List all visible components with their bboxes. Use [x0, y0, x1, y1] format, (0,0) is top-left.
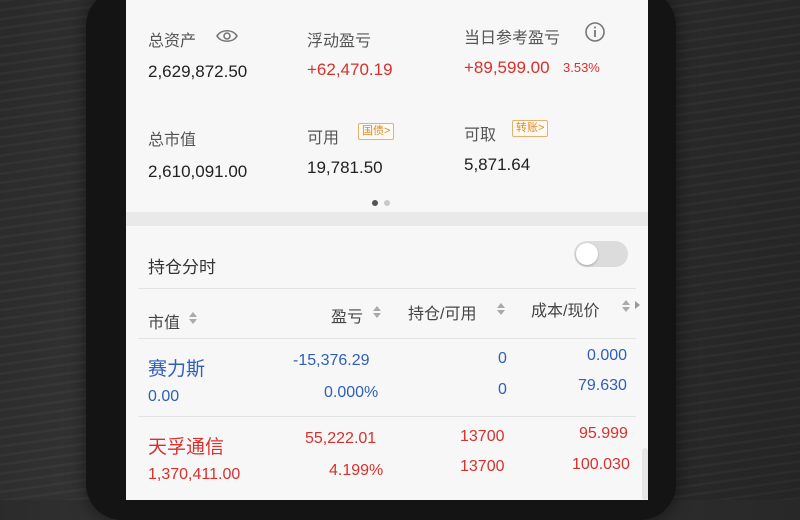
holdings-intraday-title: 持仓分时 — [148, 258, 216, 277]
info-icon[interactable] — [584, 21, 606, 43]
stock-available: 13700 — [460, 458, 505, 475]
transfer-tag-button[interactable]: 转账> — [512, 120, 549, 137]
stock-position: 0 — [498, 350, 507, 367]
stock-price: 79.630 — [578, 377, 627, 394]
available-label: 可用 — [307, 130, 340, 147]
withdrawable-label: 可取 — [464, 127, 497, 144]
page-dot — [384, 200, 390, 206]
stock-name: 天孚通信 — [148, 437, 225, 458]
stock-market-value: 0.00 — [148, 388, 180, 405]
page-dot-active — [372, 200, 378, 206]
col-header-cost-price[interactable]: 成本/现价 — [531, 297, 599, 321]
market-value-value: 2,610,091.00 — [148, 162, 248, 181]
floating-pl-label: 浮动盈亏 — [307, 33, 372, 50]
stock-pl-percent: 4.199% — [329, 462, 384, 479]
col-header-position[interactable]: 持仓/可用 — [408, 300, 476, 324]
stock-pl-percent: 0.000% — [324, 384, 379, 401]
sort-icon[interactable] — [622, 299, 630, 313]
sort-icon[interactable] — [497, 302, 505, 316]
stock-available: 0 — [498, 381, 507, 398]
table-row[interactable]: 赛力斯 0.00 -15,376.29 0.000% 0 0 0.000 79.… — [126, 339, 648, 415]
table-row[interactable]: 天孚通信 1,370,411.00 55,222.01 4.199% 13700… — [126, 417, 648, 500]
toggle-knob — [576, 243, 598, 265]
daily-pl-label: 当日参考盈亏 — [464, 30, 561, 47]
holdings-intraday-toggle[interactable] — [574, 241, 628, 267]
stock-pl: 55,222.01 — [305, 430, 377, 447]
treasury-tag-button[interactable]: 国债> — [358, 123, 395, 140]
floating-pl-value: +62,470.19 — [307, 60, 393, 79]
sort-icon[interactable] — [373, 305, 381, 319]
market-value-label: 总市值 — [148, 132, 197, 149]
scroll-right-icon[interactable] — [635, 301, 640, 309]
eye-icon[interactable] — [216, 26, 238, 46]
divider — [138, 288, 636, 289]
stock-pl: -15,376.29 — [293, 352, 370, 369]
section-divider — [126, 212, 648, 226]
daily-pl-value: +89,599.00 — [464, 58, 550, 77]
stock-market-value: 1,370,411.00 — [148, 466, 241, 483]
withdrawable-value: 5,871.64 — [464, 155, 531, 174]
daily-pl-percent: 3.53% — [563, 60, 600, 75]
stock-cost: 95.999 — [579, 425, 628, 442]
stock-price: 100.030 — [572, 456, 630, 473]
sort-icon[interactable] — [189, 311, 197, 325]
available-value: 19,781.50 — [307, 158, 383, 177]
stock-cost: 0.000 — [587, 347, 628, 364]
col-header-pl[interactable]: 盈亏 — [331, 303, 363, 327]
app-screen: 总资产 2,629,872.50 浮动盈亏 +62,470.19 当日参考盈亏 … — [126, 0, 648, 500]
total-assets-value: 2,629,872.50 — [148, 62, 248, 81]
total-assets-label: 总资产 — [148, 33, 197, 50]
scroll-indicator[interactable] — [642, 448, 648, 500]
col-header-market-value[interactable]: 市值 — [148, 309, 180, 333]
stock-position: 13700 — [460, 428, 505, 445]
stock-name: 赛力斯 — [148, 359, 206, 380]
